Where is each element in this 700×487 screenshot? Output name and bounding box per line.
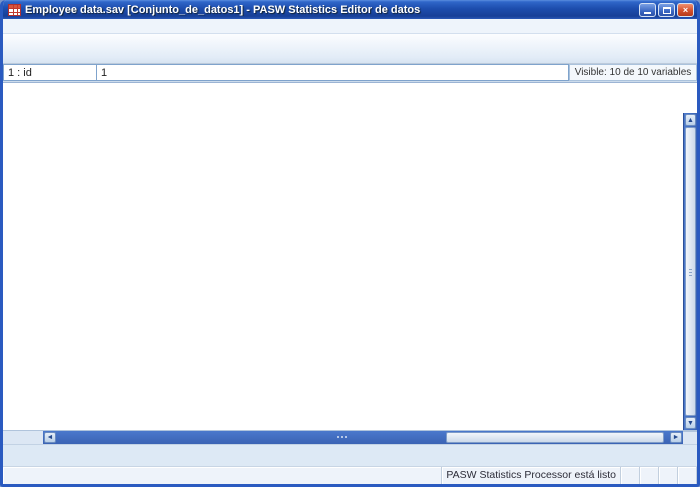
scroll-up-icon[interactable]: ▲ <box>685 114 696 126</box>
app-window: Employee data.sav [Conjunto_de_datos1] -… <box>0 0 700 487</box>
status-message: PASW Statistics Processor está listo <box>442 467 621 484</box>
window-title: Employee data.sav [Conjunto_de_datos1] -… <box>25 4 639 16</box>
status-bar: PASW Statistics Processor está listo <box>3 466 697 484</box>
data-grid: ▲ ▼ ◄ ► <box>3 82 697 444</box>
maximize-button[interactable] <box>658 3 675 17</box>
close-button[interactable]: × <box>677 3 694 17</box>
horizontal-scroll-thumb[interactable] <box>446 432 664 443</box>
scroll-down-icon[interactable]: ▼ <box>685 417 696 429</box>
horizontal-scrollbar[interactable]: ◄ ► <box>43 431 683 444</box>
pane-splitter-handle[interactable] <box>337 436 339 438</box>
column-header-row <box>3 83 697 113</box>
app-icon <box>8 4 21 16</box>
minimize-button[interactable] <box>639 3 656 17</box>
data-rows <box>3 113 683 430</box>
cell-editor-input[interactable]: 1 <box>97 64 569 81</box>
scroll-right-icon[interactable]: ► <box>670 432 682 443</box>
visible-variables-info: Visible: 10 de 10 variables <box>569 64 697 81</box>
view-tabs <box>3 444 697 466</box>
vertical-scrollbar[interactable]: ▲ ▼ <box>683 113 697 430</box>
cell-reference-bar: 1 : id 1 Visible: 10 de 10 variables <box>3 64 697 82</box>
scroll-left-icon[interactable]: ◄ <box>44 432 56 443</box>
active-cell-reference: 1 : id <box>3 64 97 81</box>
vertical-scroll-thumb[interactable] <box>685 127 696 416</box>
menu-bar <box>3 19 697 34</box>
horizontal-scrollbar-row: ◄ ► <box>3 430 697 444</box>
toolbar <box>3 34 697 64</box>
title-bar[interactable]: Employee data.sav [Conjunto_de_datos1] -… <box>3 0 697 19</box>
